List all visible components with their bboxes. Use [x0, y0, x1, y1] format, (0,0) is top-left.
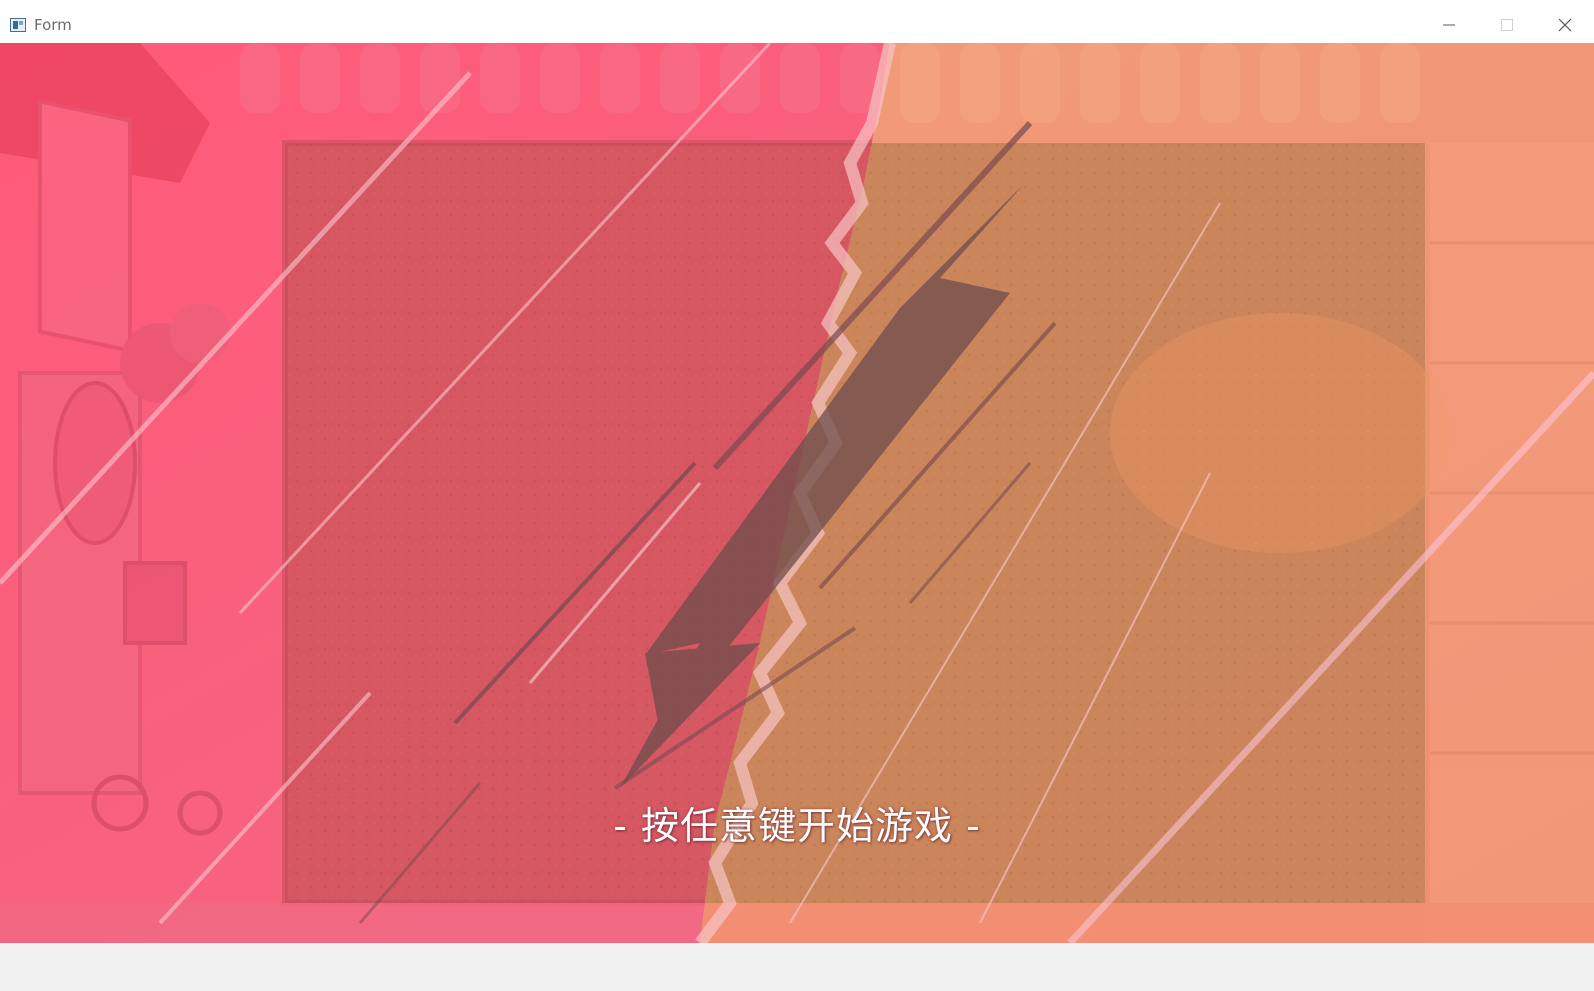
game-start-screen[interactable]: - 按任意键开始游戏 - — [0, 43, 1594, 943]
maximize-icon — [1501, 18, 1513, 31]
window-titlebar[interactable]: Form — [0, 6, 1594, 44]
window-footer — [0, 943, 1594, 991]
maximize-button[interactable] — [1478, 6, 1536, 43]
window-title: Form — [34, 15, 72, 34]
close-button[interactable] — [1536, 6, 1594, 43]
window-app-icon — [10, 17, 26, 32]
game-background — [0, 43, 1594, 943]
close-icon — [1558, 18, 1572, 31]
minimize-button[interactable] — [1420, 6, 1478, 43]
minimize-icon — [1443, 24, 1455, 25]
window-controls — [1420, 6, 1594, 43]
